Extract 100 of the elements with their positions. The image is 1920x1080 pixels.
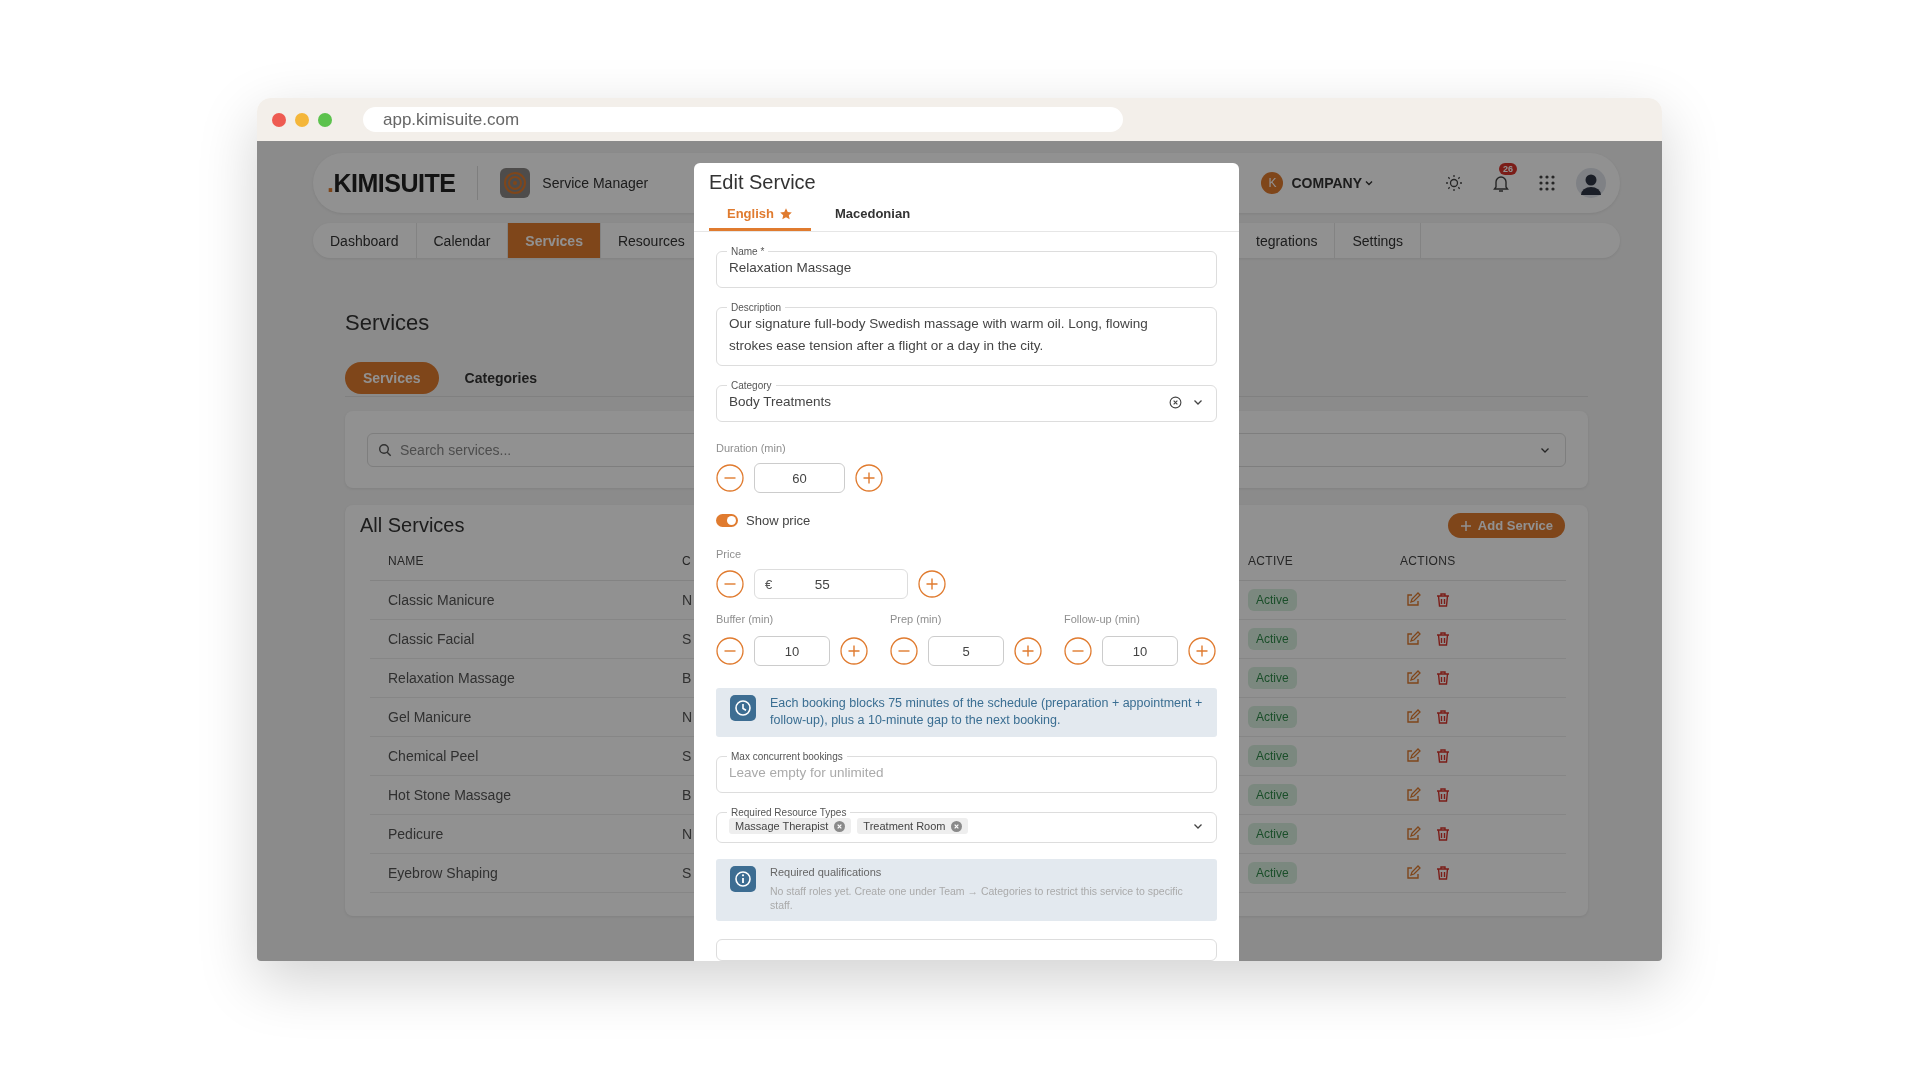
minus-button[interactable] — [890, 637, 918, 665]
nav-tab[interactable]: Dashboard — [313, 223, 417, 258]
app-name: Service Manager — [542, 175, 649, 191]
table-cell: S — [682, 631, 692, 647]
table-cell: B — [682, 670, 692, 686]
address-bar[interactable]: app.kimisuite.com — [363, 107, 1123, 132]
field-label: Price — [716, 548, 742, 561]
table-cell: Gel Manicure — [388, 709, 472, 725]
delete-icon[interactable] — [1435, 670, 1451, 686]
table-cell: N — [682, 709, 693, 725]
table-cell: Chemical Peel — [388, 748, 479, 764]
edit-icon[interactable] — [1405, 865, 1421, 881]
plus-icon — [1459, 519, 1472, 532]
delete-icon[interactable] — [1435, 826, 1451, 842]
remove-icon[interactable] — [834, 820, 846, 832]
text-field[interactable] — [716, 939, 1217, 961]
plus-button[interactable] — [1014, 637, 1042, 665]
table-cell: B — [682, 787, 692, 803]
description-field[interactable]: Description Our signature full-body Swedish massage with warm oil. Long, flowing strokes ease tension after a flight or a day in the city. — [716, 302, 1217, 366]
section-tab[interactable]: Categories — [446, 362, 555, 394]
table-cell: N — [682, 826, 693, 842]
status-tag: Active — [1248, 862, 1297, 884]
number-input[interactable]: 10 — [1102, 636, 1178, 666]
duration-input[interactable]: 60 — [754, 463, 845, 493]
plus-button[interactable] — [1188, 637, 1216, 665]
nav-tab[interactable]: Settings — [1335, 223, 1422, 258]
plus-button[interactable] — [918, 570, 946, 598]
table-cell: S — [682, 865, 692, 881]
column-header: C — [682, 554, 691, 568]
logo[interactable]: .KIMISUITE — [327, 168, 456, 198]
delete-icon[interactable] — [1435, 709, 1451, 725]
company-avatar: K — [1261, 172, 1284, 194]
status-tag: Active — [1248, 628, 1297, 650]
info-title: Required qualifications — [770, 866, 883, 878]
status-tag: Active — [1248, 589, 1297, 611]
status-tag: Active — [1248, 823, 1297, 845]
field-label: Follow-up (min) — [1064, 613, 1140, 626]
minimize-window-icon[interactable] — [295, 112, 309, 127]
edit-icon[interactable] — [1405, 709, 1421, 725]
delete-icon[interactable] — [1435, 748, 1451, 764]
resource-chip[interactable]: Massage Therapist — [729, 818, 852, 834]
clear-icon[interactable] — [1169, 395, 1182, 409]
name-field[interactable]: Name * Relaxation Massage — [716, 246, 1217, 288]
delete-icon[interactable] — [1435, 865, 1451, 881]
edit-icon[interactable] — [1405, 631, 1421, 647]
table-cell: Relaxation Massage — [388, 670, 515, 686]
close-window-icon[interactable] — [272, 112, 286, 127]
field-label: Duration (min) — [716, 442, 786, 455]
number-input[interactable]: 5 — [928, 636, 1004, 666]
edit-icon[interactable] — [1405, 670, 1421, 686]
minus-button[interactable] — [716, 637, 744, 665]
chevron-down-icon — [1364, 178, 1374, 188]
schedule-note: Each booking blocks 75 minutes of the schedule (preparation + appointment + follow-up), plus a 10-minute gap to the next booking. — [770, 695, 1203, 729]
dialog-title: Edit Service — [708, 170, 817, 194]
column-header: ACTIVE — [1248, 554, 1294, 568]
table-cell: Classic Facial — [388, 631, 475, 647]
maximize-window-icon[interactable] — [318, 112, 332, 127]
status-tag: Active — [1248, 784, 1297, 806]
table-cell: S — [682, 748, 692, 764]
field-label: Buffer (min) — [716, 613, 774, 626]
resource-types-select[interactable]: Required Resource Types Massage Therapist Treatment Room — [716, 807, 1217, 843]
status-tag: Active — [1248, 745, 1297, 767]
plus-button[interactable] — [840, 637, 868, 665]
language-tab[interactable]: Macedonian — [816, 202, 929, 231]
minus-button[interactable] — [716, 464, 744, 492]
delete-icon[interactable] — [1435, 592, 1451, 608]
edit-icon[interactable] — [1405, 592, 1421, 608]
category-select[interactable]: Category Body Treatments — [716, 380, 1217, 422]
user-avatar[interactable] — [1576, 168, 1606, 198]
minus-button[interactable] — [716, 570, 744, 598]
price-input[interactable]: € 55 — [754, 569, 908, 599]
edit-icon[interactable] — [1405, 787, 1421, 803]
search-icon — [378, 442, 392, 457]
toggle-label: Show price — [746, 513, 811, 528]
plus-button[interactable] — [855, 464, 883, 492]
table-cell: Eyebrow Shaping — [388, 865, 498, 881]
table-cell: N — [682, 592, 693, 608]
notification-badge: 26 — [1499, 163, 1517, 175]
spiral-icon — [500, 168, 531, 198]
toggle-switch[interactable] — [716, 514, 738, 527]
column-header: NAME — [388, 554, 424, 568]
minus-button[interactable] — [1064, 637, 1092, 665]
card-title: All Services — [360, 514, 465, 537]
edit-icon[interactable] — [1405, 826, 1421, 842]
delete-icon[interactable] — [1435, 787, 1451, 803]
remove-icon[interactable] — [951, 820, 963, 832]
column-header: ACTIONS — [1400, 554, 1456, 568]
sun-icon[interactable] — [1444, 173, 1464, 193]
status-tag: Active — [1248, 706, 1297, 728]
info-icon — [730, 866, 756, 892]
clock-icon — [730, 695, 756, 721]
number-input[interactable]: 10 — [754, 636, 830, 666]
max-bookings-field[interactable]: Max concurrent bookings Leave empty for unlimited — [716, 751, 1217, 793]
table-cell: Pedicure — [388, 826, 444, 842]
apps-grid-icon[interactable] — [1538, 174, 1556, 192]
table-cell: Classic Manicure — [388, 592, 495, 608]
delete-icon[interactable] — [1435, 631, 1451, 647]
resource-chip[interactable]: Treatment Room — [857, 818, 969, 834]
edit-icon[interactable] — [1405, 748, 1421, 764]
company-menu[interactable]: COMPANY — [1291, 175, 1374, 191]
